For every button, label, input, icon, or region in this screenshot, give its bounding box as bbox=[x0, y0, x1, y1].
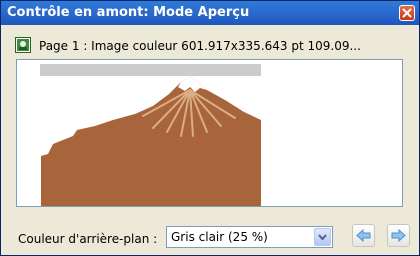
gray-band bbox=[40, 64, 261, 76]
mountain bbox=[41, 77, 261, 206]
background-color-value: Gris clair (25 %) bbox=[171, 230, 268, 244]
arrow-right-icon bbox=[391, 228, 406, 243]
preview-image bbox=[40, 64, 261, 206]
window-title: Contrôle en amont: Mode Aperçu bbox=[7, 5, 250, 20]
preview-area bbox=[16, 59, 403, 207]
background-color-select[interactable]: Gris clair (25 %) bbox=[166, 226, 333, 248]
dropdown-button[interactable] bbox=[314, 228, 331, 246]
arrow-left-icon bbox=[356, 228, 371, 243]
close-button[interactable] bbox=[399, 5, 415, 21]
object-info-row: Page 1 : Image couleur 601.917x335.643 p… bbox=[13, 37, 407, 57]
object-description: Page 1 : Image couleur 601.917x335.643 p… bbox=[39, 39, 361, 53]
next-button[interactable] bbox=[387, 224, 410, 247]
page-image-icon bbox=[15, 37, 31, 53]
background-controls: Couleur d'arrière-plan : Gris clair (25 … bbox=[1, 221, 419, 248]
previous-button[interactable] bbox=[352, 224, 375, 247]
close-icon bbox=[402, 8, 412, 18]
preflight-preview-window: Contrôle en amont: Mode Aperçu Page 1 : … bbox=[0, 0, 420, 256]
title-bar: Contrôle en amont: Mode Aperçu bbox=[1, 1, 419, 25]
background-color-label: Couleur d'arrière-plan : bbox=[18, 232, 158, 246]
chevron-down-icon bbox=[318, 234, 327, 241]
